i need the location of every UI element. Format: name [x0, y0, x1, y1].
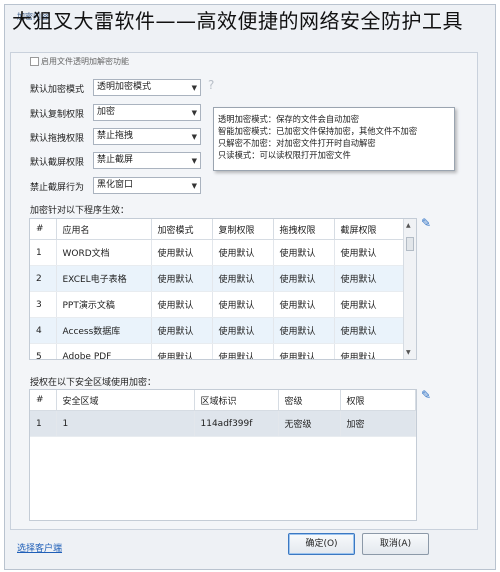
- select-client-link[interactable]: 选择客户端: [17, 541, 62, 554]
- default-encryption-mode-label: 默认加密模式: [30, 85, 85, 95]
- row-index: 1: [30, 239, 57, 266]
- chevron-down-icon: ▼: [191, 109, 197, 117]
- encryption-mode-cell: 使用默认: [151, 265, 213, 292]
- app-name: Adobe PDF: [56, 343, 152, 359]
- scroll-down-icon[interactable]: ▼: [406, 349, 411, 356]
- cancel-button[interactable]: 取消(A): [362, 533, 429, 555]
- row-index: 1: [30, 410, 57, 437]
- encryption-mode-cell: 使用默认: [151, 239, 213, 266]
- column-header[interactable]: 区域标识: [194, 390, 279, 411]
- copy-permission-cell: 使用默认: [212, 239, 274, 266]
- table-row[interactable]: 1 1 114adf399f 无密级 加密: [30, 410, 416, 437]
- zones-table-header: # 安全区域 区域标识 密级 权限: [30, 390, 416, 411]
- row-index: 3: [30, 291, 57, 318]
- encryption-mode-cell: 使用默认: [151, 291, 213, 318]
- tooltip-line: 只解密不加密：对加密文件打开时自动解密: [218, 138, 376, 148]
- copy-permission-cell: 使用默认: [212, 291, 274, 318]
- drag-permission-cell: 使用默认: [273, 317, 335, 344]
- checkbox-box[interactable]: [30, 57, 39, 66]
- zone-id-cell: 114adf399f: [194, 410, 279, 437]
- programs-table: # 应用名 加密模式 复制权限 拖拽权限 截屏权限 1 WORD文档 使用默认 …: [29, 218, 417, 360]
- tooltip-line: 只读模式：可以读权限打开加密文件: [218, 150, 351, 160]
- encryption-mode-tooltip: 透明加密模式：保存的文件会自动加密 智能加密模式：已加密文件保持加密，其他文件不…: [213, 107, 455, 171]
- edit-programs-pencil-icon[interactable]: ✎: [421, 216, 431, 230]
- copy-permission-cell: 使用默认: [212, 265, 274, 292]
- programs-scrollbar[interactable]: ▲ ▼: [403, 219, 416, 359]
- column-header[interactable]: #: [30, 219, 57, 240]
- app-name: Access数据库: [56, 317, 152, 344]
- table-row[interactable]: 4 Access数据库 使用默认 使用默认 使用默认 使用默认: [30, 317, 416, 344]
- programs-section-label: 加密针对以下程序生效：: [30, 206, 130, 216]
- column-header[interactable]: 密级: [278, 390, 341, 411]
- permission-cell: 加密: [340, 410, 416, 437]
- column-header[interactable]: 权限: [340, 390, 416, 411]
- help-icon[interactable]: ?: [208, 78, 214, 92]
- ok-button[interactable]: 确定(O): [288, 533, 355, 555]
- security-zone-cell: 1: [56, 410, 195, 437]
- default-copy-permission-select[interactable]: 加密 ▼: [93, 104, 201, 121]
- scrollbar-thumb[interactable]: [406, 237, 414, 251]
- programs-table-header: # 应用名 加密模式 复制权限 拖拽权限 截屏权限: [30, 219, 416, 240]
- enable-encryption-checkbox[interactable]: 启用文件透明加解密功能: [30, 56, 129, 67]
- table-row[interactable]: 2 EXCEL电子表格 使用默认 使用默认 使用默认 使用默认: [30, 265, 416, 292]
- chevron-down-icon: ▼: [191, 84, 197, 92]
- row-index: 4: [30, 317, 57, 344]
- default-copy-permission-label: 默认复制权限: [30, 110, 85, 120]
- tooltip-line: 透明加密模式：保存的文件会自动加密: [218, 114, 360, 124]
- column-header[interactable]: 应用名: [56, 219, 152, 240]
- chevron-down-icon: ▼: [191, 182, 197, 190]
- scroll-up-icon[interactable]: ▲: [406, 222, 411, 229]
- security-level-cell: 无密级: [278, 410, 341, 437]
- default-encryption-mode-select[interactable]: 透明加密模式 ▼: [93, 79, 201, 96]
- enable-encryption-label: 启用文件透明加解密功能: [41, 57, 129, 66]
- drag-permission-cell: 使用默认: [273, 291, 335, 318]
- default-drag-permission-label: 默认拖拽权限: [30, 134, 85, 144]
- drag-permission-cell: 使用默认: [273, 239, 335, 266]
- zones-table: # 安全区域 区域标识 密级 权限 1 1 114adf399f 无密级 加密: [29, 389, 417, 521]
- drag-permission-cell: 使用默认: [273, 265, 335, 292]
- row-index: 5: [30, 343, 57, 359]
- column-header[interactable]: #: [30, 390, 57, 411]
- tooltip-line: 智能加密模式：已加密文件保持加密，其他文件不加密: [218, 126, 418, 136]
- chevron-down-icon: ▼: [191, 133, 197, 141]
- default-drag-permission-select[interactable]: 禁止拖拽 ▼: [93, 128, 201, 145]
- encryption-mode-cell: 使用默认: [151, 317, 213, 344]
- overlay-title: 大狙叉大雷软件——高效便捷的网络安全防护工具: [12, 9, 463, 33]
- copy-permission-cell: 使用默认: [212, 343, 274, 359]
- default-screenshot-permission-label: 默认截屏权限: [30, 158, 85, 168]
- column-header[interactable]: 加密模式: [151, 219, 213, 240]
- app-name: WORD文档: [56, 239, 152, 266]
- app-name: PPT演示文稿: [56, 291, 152, 318]
- drag-permission-cell: 使用默认: [273, 343, 335, 359]
- edit-zones-pencil-icon[interactable]: ✎: [421, 388, 431, 402]
- app-name: EXCEL电子表格: [56, 265, 152, 292]
- zones-section-label: 授权在以下安全区域使用加密：: [30, 378, 157, 388]
- column-header[interactable]: 拖拽权限: [273, 219, 335, 240]
- copy-permission-cell: 使用默认: [212, 317, 274, 344]
- column-header[interactable]: 安全区域: [56, 390, 195, 411]
- screenshot-block-behavior-select[interactable]: 黑化窗口 ▼: [93, 177, 201, 194]
- table-row[interactable]: 5 Adobe PDF 使用默认 使用默认 使用默认 使用默认: [30, 343, 416, 359]
- table-row[interactable]: 3 PPT演示文稿 使用默认 使用默认 使用默认 使用默认: [30, 291, 416, 318]
- encryption-mode-cell: 使用默认: [151, 343, 213, 359]
- row-index: 2: [30, 265, 57, 292]
- chevron-down-icon: ▼: [191, 157, 197, 165]
- column-header[interactable]: 复制权限: [212, 219, 274, 240]
- table-row[interactable]: 1 WORD文档 使用默认 使用默认 使用默认 使用默认: [30, 239, 416, 266]
- screenshot-block-behavior-label: 禁止截屏行为: [30, 183, 85, 193]
- default-screenshot-permission-select[interactable]: 禁止截屏 ▼: [93, 152, 201, 169]
